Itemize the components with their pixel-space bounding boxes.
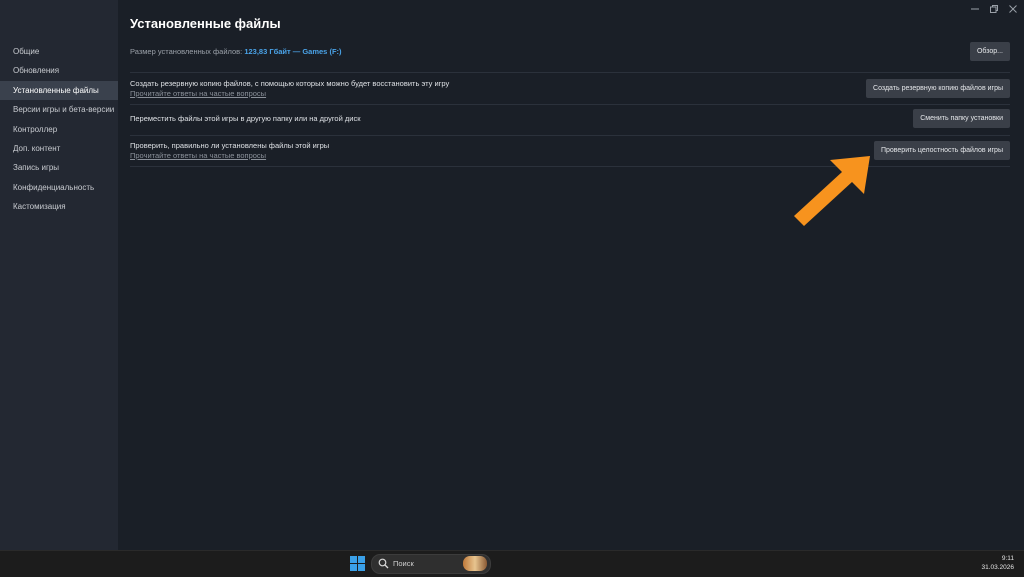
sidebar-item-controller[interactable]: Контроллер: [0, 120, 118, 139]
verify-integrity-button[interactable]: Проверить целостность файлов игры: [873, 141, 1010, 160]
taskbar-search[interactable]: Поиск: [371, 554, 491, 574]
row-divider: [130, 104, 1010, 105]
change-install-folder-button[interactable]: Сменить папку установки: [913, 109, 1010, 128]
taskbar: Поиск 9:11 31.03.2026: [0, 550, 1024, 577]
clock-date: 31.03.2026: [981, 564, 1014, 571]
verify-description: Проверить, правильно ли установлены файл…: [130, 141, 330, 150]
sidebar: Общие Обновления Установленные файлы Вер…: [0, 0, 118, 550]
sidebar-item-betas[interactable]: Версии игры и бета-версии: [0, 100, 118, 119]
backup-row: Создать резервную копию файлов, с помощь…: [130, 79, 1010, 101]
windows-start-icon[interactable]: [350, 556, 365, 571]
sidebar-item-dlc[interactable]: Доп. контент: [0, 139, 118, 158]
backup-description: Создать резервную копию файлов, с помощь…: [130, 79, 450, 88]
sidebar-item-updates[interactable]: Обновления: [0, 61, 118, 80]
sidebar-item-installed-files[interactable]: Установленные файлы: [0, 80, 118, 101]
verify-row: Проверить, правильно ли установлены файл…: [130, 141, 1010, 163]
move-folder-row: Переместить файлы этой игры в другую пап…: [130, 109, 1010, 131]
sidebar-item-general[interactable]: Общие: [0, 42, 118, 61]
backup-button[interactable]: Создать резервную копию файлов игры: [866, 79, 1010, 98]
row-divider: [130, 166, 1010, 167]
row-divider: [130, 72, 1010, 73]
sidebar-item-privacy[interactable]: Конфиденциальность: [0, 178, 118, 197]
browse-button[interactable]: Обзор...: [969, 42, 1010, 61]
search-highlight-image: [463, 556, 487, 571]
sidebar-item-customization[interactable]: Кастомизация: [0, 197, 118, 216]
install-size-row: Размер установленных файлов: 123,83 Гбай…: [130, 42, 1010, 64]
move-folder-description: Переместить файлы этой игры в другую пап…: [130, 114, 361, 123]
steam-properties-window: Общие Обновления Установленные файлы Вер…: [0, 0, 1024, 550]
clock-time: 9:11: [1001, 555, 1014, 562]
main-panel: Установленные файлы Размер установленных…: [118, 0, 1024, 550]
install-size-text: Размер установленных файлов: 123,83 Гбай…: [130, 47, 342, 56]
search-icon: [378, 558, 389, 569]
row-divider: [130, 135, 1010, 136]
sidebar-item-game-recording[interactable]: Запись игры: [0, 158, 118, 177]
page-title: Установленные файлы: [130, 16, 281, 31]
sidebar-list: Общие Обновления Установленные файлы Вер…: [0, 42, 118, 217]
install-size-label: Размер установленных файлов:: [130, 47, 243, 56]
install-size-value: 123,83 Гбайт — Games (F:): [244, 47, 342, 56]
arrow-pointer-icon: [794, 156, 870, 226]
verify-faq-link[interactable]: Прочитайте ответы на частые вопросы: [130, 151, 266, 160]
backup-faq-link[interactable]: Прочитайте ответы на частые вопросы: [130, 89, 266, 98]
system-clock[interactable]: 9:11 31.03.2026: [981, 554, 1014, 572]
search-placeholder: Поиск: [393, 559, 414, 568]
